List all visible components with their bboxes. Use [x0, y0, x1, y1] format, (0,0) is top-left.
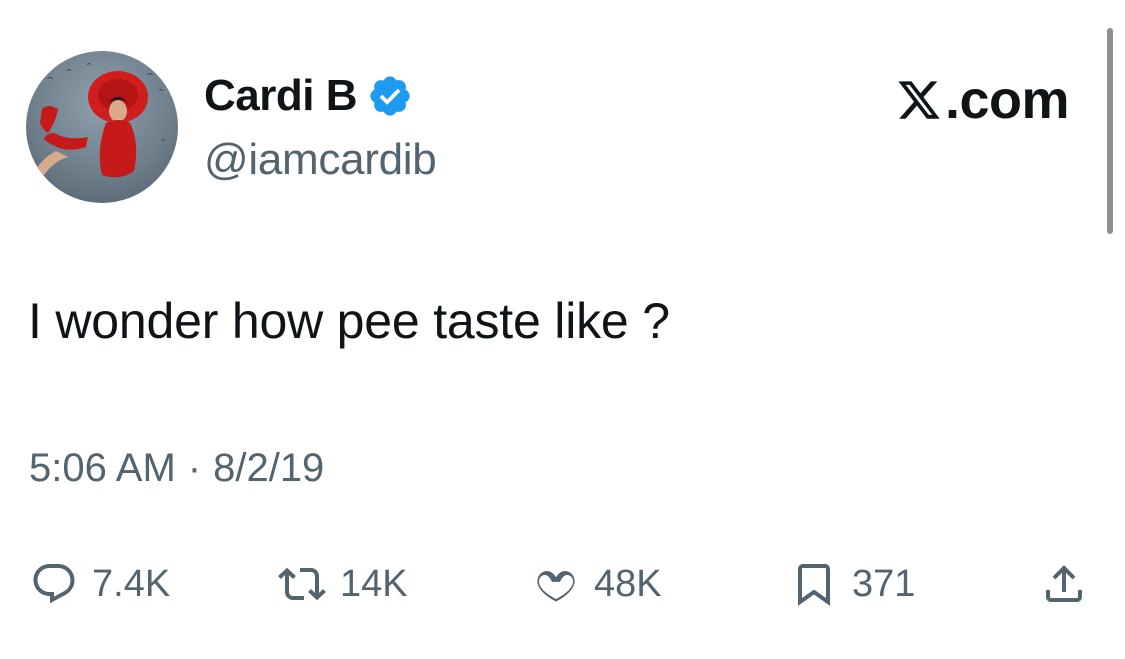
share-button[interactable]: [1040, 552, 1088, 616]
tweet-timestamp[interactable]: 5:06 AM · 8/2/19: [29, 446, 324, 491]
reply-button[interactable]: 7.4K: [30, 552, 170, 616]
brand-text: .com: [944, 70, 1070, 130]
reply-icon: [33, 564, 75, 604]
author-handle[interactable]: @iamcardib: [204, 135, 437, 185]
author-display-name[interactable]: Cardi B: [204, 71, 357, 121]
tweet-date: 8/2/19: [213, 446, 325, 490]
like-button[interactable]: 48K: [532, 552, 662, 616]
repost-count: 14K: [340, 562, 408, 605]
tweet-card: Cardi B @iamcardib .com I wonder how pee…: [0, 0, 1125, 659]
repost-icon: [278, 567, 326, 601]
avatar-image: [32, 63, 166, 178]
action-bar: 7.4K 14K 48K 371: [0, 552, 1125, 616]
x-logo-icon: [898, 81, 940, 119]
meta-separator: ·: [187, 446, 202, 490]
heart-icon: [537, 570, 575, 602]
tweet-time: 5:06 AM: [29, 446, 176, 490]
bookmark-count: 371: [852, 562, 916, 605]
reply-count: 7.4K: [92, 562, 171, 605]
scrollbar[interactable]: [1107, 28, 1113, 234]
share-icon: [1046, 565, 1082, 602]
tweet-text: I wonder how pee taste like ?: [28, 293, 670, 349]
repost-button[interactable]: 14K: [278, 552, 408, 616]
bookmark-button[interactable]: 371: [790, 552, 915, 616]
brand-logo: .com: [895, 70, 1070, 130]
profile-avatar[interactable]: [26, 51, 178, 203]
verified-badge-icon: [370, 76, 410, 116]
author-name-row: Cardi B: [204, 68, 413, 124]
bookmark-icon: [798, 564, 830, 606]
like-count: 48K: [594, 562, 662, 605]
